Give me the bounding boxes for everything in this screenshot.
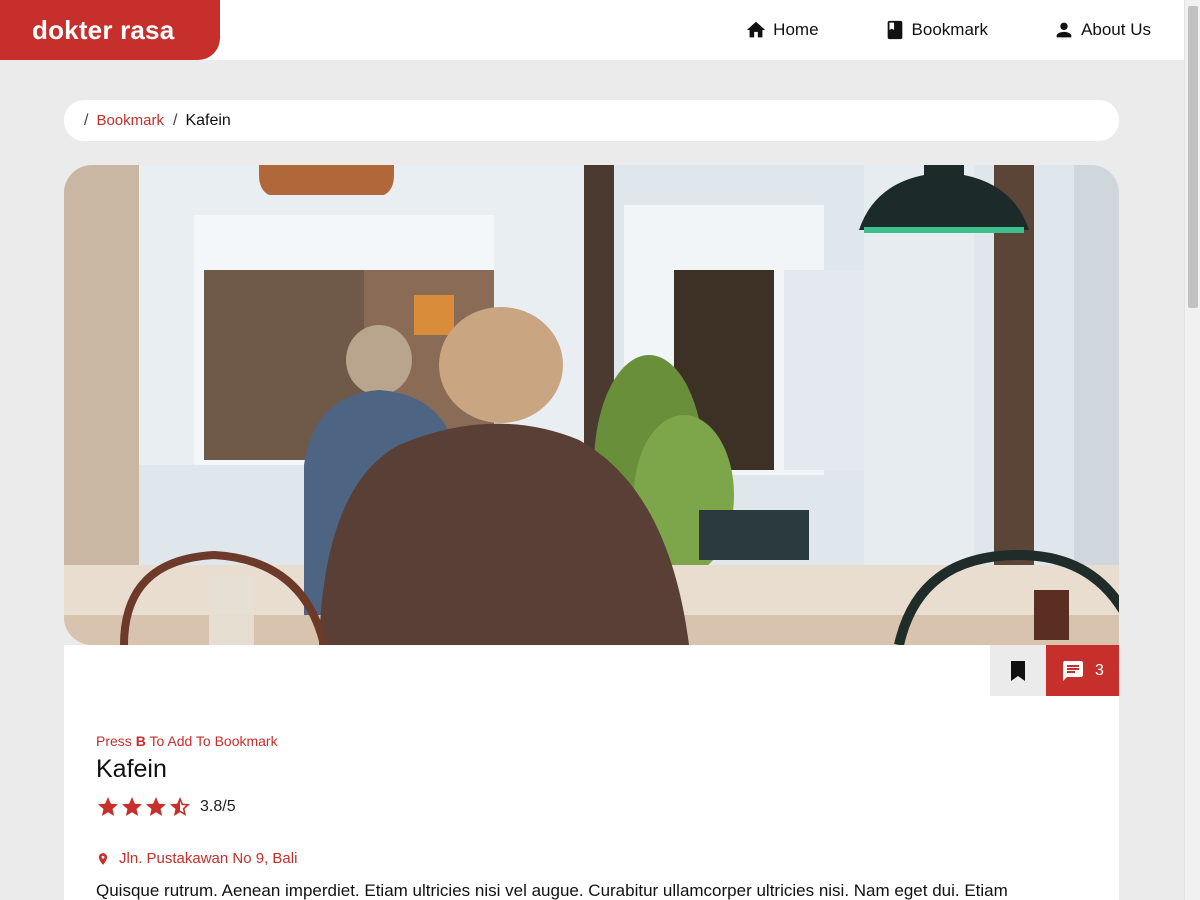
breadcrumb-current: Kafein <box>185 111 231 129</box>
bookmark-icon <box>1011 660 1025 681</box>
comments-button[interactable]: 3 <box>1046 645 1119 696</box>
scrollbar-thumb[interactable] <box>1188 6 1198 308</box>
brand-logo[interactable]: dokter rasa <box>0 0 220 60</box>
restaurant-name: Kafein <box>96 755 167 783</box>
hint-suffix: To Add To Bookmark <box>145 733 278 749</box>
comment-icon <box>1063 660 1084 681</box>
star-full-icon <box>122 797 142 816</box>
bookmark-hint: Press B To Add To Bookmark <box>96 733 278 749</box>
rating: 3.8/5 <box>96 795 236 819</box>
star-full-icon <box>146 797 166 816</box>
nav-home-label: Home <box>773 20 819 39</box>
breadcrumb-link-bookmark[interactable]: Bookmark <box>96 112 164 129</box>
book-icon <box>887 20 902 40</box>
hint-prefix: Press <box>96 733 136 749</box>
restaurant-address: Jln. Pustakawan No 9, Bali <box>96 850 297 867</box>
star-full-icon <box>98 797 118 816</box>
hint-key: B <box>135 733 146 749</box>
home-icon <box>747 21 766 38</box>
person-icon <box>1056 22 1072 38</box>
nav-bookmark[interactable]: Bookmark <box>884 19 989 41</box>
breadcrumb: / Bookmark / Kafein <box>64 100 1119 141</box>
nav-home[interactable]: Home <box>745 19 819 41</box>
restaurant-description: Quisque rutrum. Aenean imperdiet. Etiam … <box>96 881 1008 900</box>
bookmark-button[interactable] <box>990 645 1046 696</box>
nav-bookmark-label: Bookmark <box>911 20 989 39</box>
restaurant-hero-image <box>64 165 1119 645</box>
comment-count: 3 <box>1095 661 1104 679</box>
page-scrollbar[interactable] <box>1184 0 1200 900</box>
main-nav: Home Bookmark About Us <box>745 0 1184 60</box>
address-text: Jln. Pustakawan No 9, Bali <box>119 850 298 867</box>
star-half-icon <box>170 797 190 816</box>
action-buttons: 3 <box>990 645 1119 696</box>
location-pin-icon <box>98 852 108 865</box>
breadcrumb-separator: / <box>84 111 89 129</box>
rating-stars <box>96 795 192 819</box>
breadcrumb-separator: / <box>172 111 178 129</box>
rating-text: 3.8/5 <box>200 798 236 815</box>
app-header: dokter rasa Home Bookmark About Us <box>0 0 1184 60</box>
nav-about-us-label: About Us <box>1081 20 1151 39</box>
nav-about-us[interactable]: About Us <box>1053 19 1151 41</box>
cafe-photo <box>64 165 1119 645</box>
restaurant-detail-card: 3 Press B To Add To Bookmark Kafein 3.8/… <box>64 645 1119 900</box>
